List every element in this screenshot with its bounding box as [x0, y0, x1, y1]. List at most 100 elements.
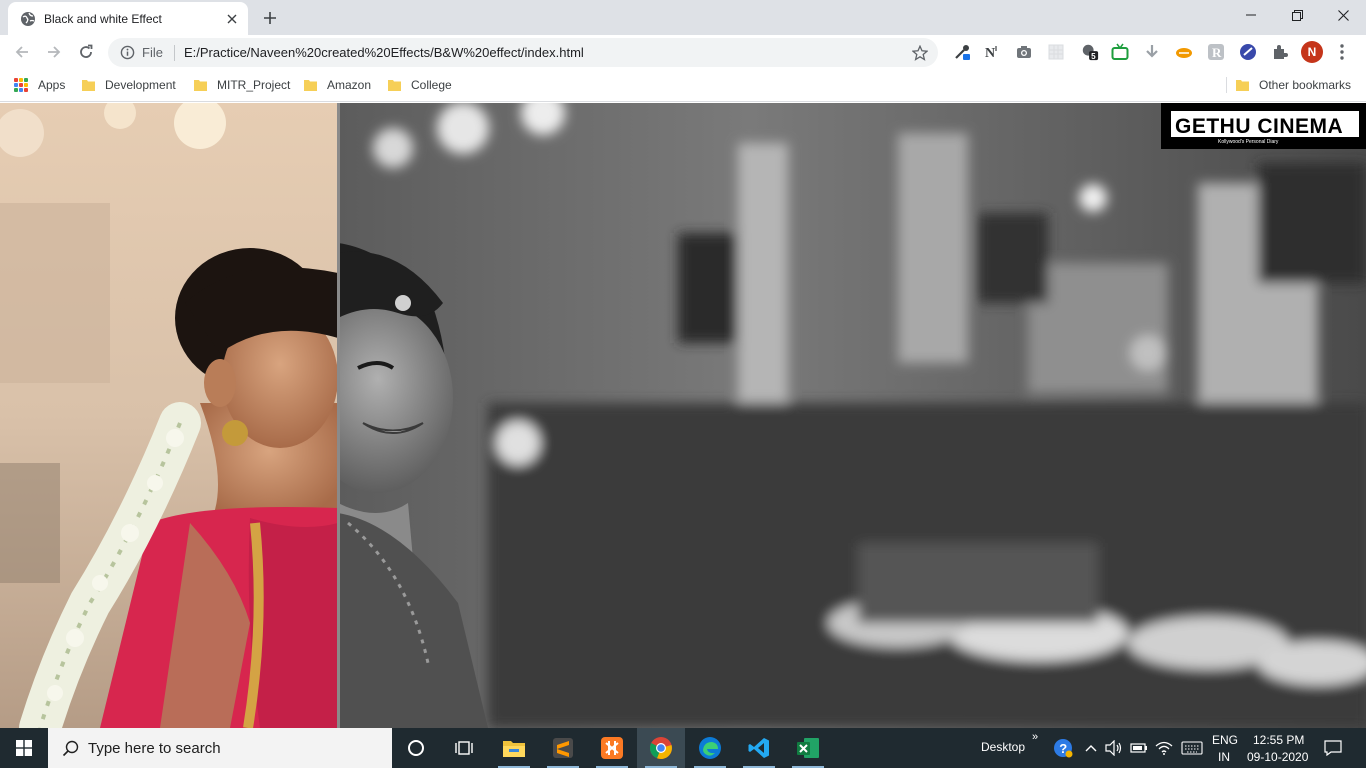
folder-icon — [194, 80, 207, 91]
camera-extension-icon[interactable] — [1015, 43, 1033, 61]
bookmark-folder-development[interactable]: Development — [82, 76, 176, 94]
taskbar-search-box[interactable]: Type here to search — [48, 728, 392, 768]
bookmark-folder-label: College — [411, 78, 452, 92]
bookmark-star-icon[interactable] — [910, 43, 930, 63]
bookmarks-separator — [1226, 77, 1227, 93]
close-tab-icon[interactable] — [222, 9, 242, 29]
omnibox-separator — [173, 44, 175, 61]
volume-icon[interactable] — [1104, 738, 1124, 758]
other-bookmarks-label: Other bookmarks — [1259, 78, 1352, 92]
start-button[interactable] — [0, 728, 48, 768]
close-window-button[interactable] — [1320, 0, 1366, 30]
chrome-icon — [649, 737, 672, 760]
clock-time[interactable]: 12:55 PM — [1253, 733, 1304, 747]
page-content: GETHU CINEMA Kollywood's Personal Diary — [0, 103, 1366, 728]
bookmark-apps-label: Apps — [38, 78, 66, 92]
language-indicator[interactable]: ENG — [1212, 733, 1238, 747]
minimize-button[interactable] — [1228, 0, 1274, 30]
reload-button[interactable] — [73, 39, 99, 65]
help-icon[interactable]: ? — [1053, 738, 1073, 758]
scheme-label: File — [142, 45, 163, 60]
show-hidden-icons-chevron-icon[interactable] — [1081, 738, 1101, 758]
bookmarks-bar: Apps Development MITR_Project Amazon Col… — [0, 69, 1366, 102]
battery-icon[interactable] — [1129, 738, 1149, 758]
profile-avatar[interactable]: N — [1301, 41, 1323, 63]
bookmark-folder-label: Amazon — [327, 78, 372, 92]
taskbar-file-explorer[interactable] — [490, 728, 538, 768]
file-explorer-icon — [503, 741, 525, 757]
bookmark-apps[interactable]: Apps — [14, 76, 65, 94]
taskbar-chrome[interactable] — [637, 728, 685, 768]
color-photo — [0, 103, 338, 728]
taskbar-xampp[interactable] — [588, 728, 636, 768]
folder-icon — [304, 80, 317, 91]
orange-extension-icon[interactable] — [1175, 43, 1193, 61]
n-extension-icon[interactable]: N — [983, 43, 1001, 61]
region-indicator[interactable]: IN — [1218, 750, 1230, 764]
task-view-icon — [455, 741, 473, 755]
svg-text:R: R — [1212, 45, 1222, 60]
sublime-text-icon — [553, 738, 573, 758]
grid-extension-icon[interactable] — [1047, 43, 1065, 61]
xampp-icon — [601, 737, 623, 759]
grayscale-photo — [338, 103, 1366, 728]
vscode-icon — [748, 738, 769, 758]
folder-icon — [1236, 80, 1249, 91]
cortana-circle-icon — [408, 740, 424, 756]
color-photo-half — [0, 103, 338, 728]
url-text[interactable]: E:/Practice/Naveen%20created%20Effects/B… — [184, 45, 910, 60]
extension-badge-count: 5 — [1091, 52, 1096, 61]
bookmark-folder-mitr-project[interactable]: MITR_Project — [194, 76, 290, 94]
apps-grid-icon — [14, 78, 28, 92]
svg-text:GETHU CINEMA: GETHU CINEMA — [1175, 115, 1343, 138]
excel-icon — [797, 738, 819, 758]
grayscale-photo-half — [338, 103, 1366, 728]
keyboard-icon[interactable] — [1180, 738, 1204, 758]
puzzle-extensions-icon[interactable] — [1271, 43, 1289, 61]
svg-text:N: N — [985, 46, 995, 61]
restore-button[interactable] — [1274, 0, 1320, 30]
bookmark-folder-label: Development — [105, 78, 176, 92]
comparison-divider[interactable] — [337, 103, 340, 728]
forward-button[interactable] — [41, 39, 67, 65]
search-icon — [61, 739, 79, 757]
cortana-button[interactable] — [392, 728, 440, 768]
info-icon[interactable] — [119, 45, 135, 61]
desktop-toolbar-label[interactable]: Desktop — [981, 740, 1025, 754]
bookmark-other-bookmarks[interactable]: Other bookmarks — [1236, 76, 1351, 94]
taskbar-excel[interactable] — [784, 728, 832, 768]
taskbar-sublime-text[interactable] — [539, 728, 587, 768]
download-extension-icon[interactable] — [1143, 43, 1161, 61]
site-logo: GETHU CINEMA Kollywood's Personal Diary — [1161, 103, 1366, 149]
taskbar-vscode[interactable] — [735, 728, 783, 768]
edge-icon — [699, 737, 721, 759]
clock-date[interactable]: 09-10-2020 — [1247, 750, 1308, 764]
r-extension-icon[interactable]: R — [1207, 43, 1225, 61]
taskbar-search-placeholder: Type here to search — [88, 739, 221, 757]
chevron-right-icon[interactable]: » — [1032, 731, 1038, 743]
tab-strip: Black and white Effect — [0, 0, 1366, 35]
browser-tab[interactable]: Black and white Effect — [8, 2, 248, 35]
address-bar[interactable]: File E:/Practice/Naveen%20created%20Effe… — [108, 38, 938, 67]
browser-toolbar: File E:/Practice/Naveen%20created%20Effe… — [0, 35, 1366, 69]
bookmark-folder-amazon[interactable]: Amazon — [304, 76, 371, 94]
more-menu-icon[interactable] — [1333, 41, 1351, 63]
folder-icon — [388, 80, 401, 91]
back-button[interactable] — [9, 39, 35, 65]
taskbar-edge[interactable] — [686, 728, 734, 768]
bookmark-folder-label: MITR_Project — [217, 78, 291, 92]
wifi-icon[interactable] — [1154, 738, 1174, 758]
windows-logo-icon — [16, 740, 32, 756]
folder-icon — [82, 80, 95, 91]
task-view-button[interactable] — [440, 728, 488, 768]
eyedropper-extension-icon[interactable] — [953, 43, 971, 61]
globe-icon — [20, 11, 36, 27]
tab-title: Black and white Effect — [44, 11, 162, 26]
tv-extension-icon[interactable] — [1111, 43, 1129, 61]
action-center-icon[interactable] — [1323, 738, 1343, 758]
badge-extension-icon[interactable]: 5 — [1081, 43, 1099, 61]
svg-text:Kollywood's Personal Diary: Kollywood's Personal Diary — [1218, 139, 1279, 145]
new-tab-button[interactable] — [258, 6, 282, 30]
blue-circle-extension-icon[interactable] — [1239, 43, 1257, 61]
bookmark-folder-college[interactable]: College — [388, 76, 452, 94]
